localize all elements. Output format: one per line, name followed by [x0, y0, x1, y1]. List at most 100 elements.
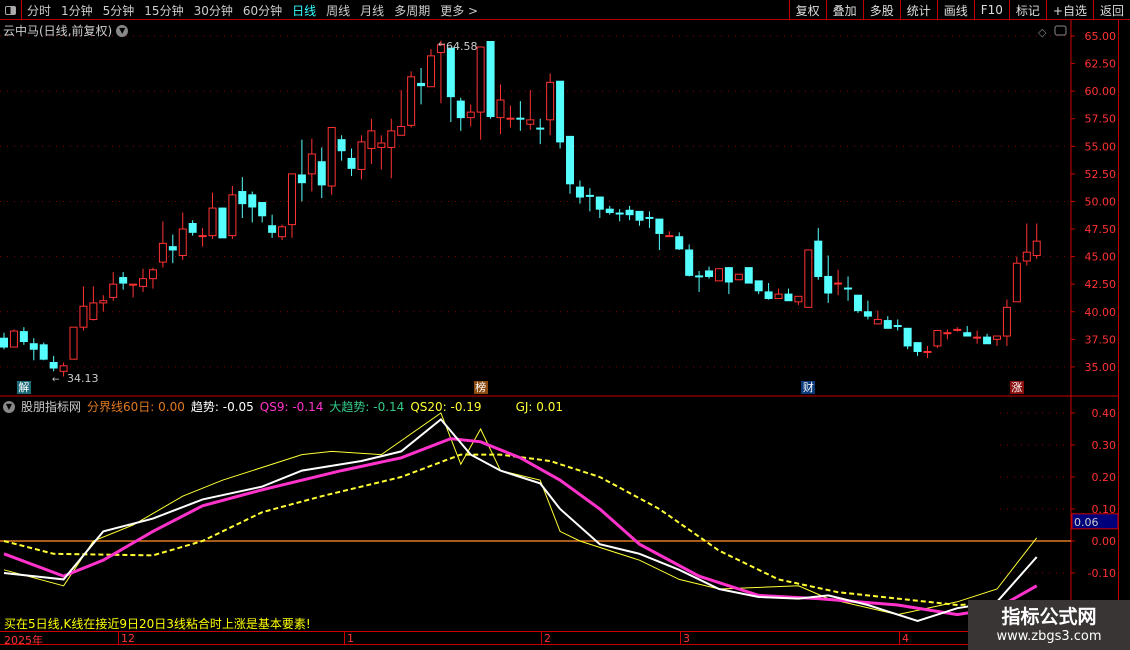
candle-body	[268, 225, 277, 233]
candle-body	[744, 267, 753, 284]
chevron-down-icon[interactable]: ▼	[3, 400, 15, 413]
candle	[158, 221, 167, 268]
toolbar-button[interactable]: +自选	[1045, 0, 1093, 20]
candle-body	[834, 282, 843, 285]
period-tab[interactable]: 月线	[355, 2, 389, 19]
candle	[953, 327, 962, 332]
period-tab[interactable]: 日线	[287, 2, 321, 19]
event-marker[interactable]: 榜	[473, 381, 488, 394]
period-tab[interactable]: 分时	[22, 2, 56, 19]
candle-body	[943, 332, 952, 335]
candle	[883, 316, 892, 329]
candle	[168, 234, 177, 264]
candle-body	[973, 336, 982, 339]
date-label: 1	[344, 632, 354, 645]
candle-body	[526, 119, 535, 125]
candle-body	[665, 235, 674, 238]
candle	[417, 67, 426, 105]
candle-body	[953, 328, 962, 331]
candle-body	[893, 325, 902, 328]
candle-body	[238, 191, 247, 205]
candle	[923, 345, 932, 359]
candle-body	[824, 275, 833, 294]
candle	[0, 332, 8, 350]
candle-body	[218, 207, 227, 239]
candle	[407, 71, 416, 128]
period-tab[interactable]: 15分钟	[139, 2, 188, 19]
candle	[575, 180, 584, 204]
price-tick-label: 55.00	[1085, 140, 1117, 153]
high-price-label: 64.58	[446, 40, 478, 53]
candle	[675, 232, 684, 250]
toolbar-button[interactable]: F10	[973, 0, 1009, 20]
toolbar-button[interactable]: 多股	[862, 0, 900, 20]
candle-body	[69, 326, 78, 360]
candle-body	[625, 209, 634, 216]
candle-body	[109, 283, 118, 298]
date-label: 4	[899, 632, 909, 645]
candle-body	[307, 153, 316, 175]
candle	[347, 148, 356, 177]
candle	[734, 273, 743, 281]
period-tab[interactable]: 60分钟	[238, 2, 287, 19]
period-tab[interactable]: 周线	[321, 2, 355, 19]
candle	[526, 90, 535, 130]
candle	[436, 40, 445, 104]
indicator-name[interactable]: 股朋指标网	[21, 398, 81, 415]
chevron-down-icon[interactable]: ▼	[116, 24, 129, 37]
period-tab[interactable]: 30分钟	[189, 2, 238, 19]
event-marker[interactable]: 解	[16, 381, 31, 394]
chart-canvas[interactable]: 65.00 62.50 60.00 57.50 55.00 52.50 50.00 47.50…	[0, 0, 1130, 650]
candle-body	[983, 336, 992, 345]
candle	[297, 139, 306, 202]
candle	[754, 280, 763, 295]
candle	[19, 327, 28, 345]
candle-body	[9, 330, 18, 348]
event-marker[interactable]: 财	[801, 381, 816, 394]
candle	[705, 266, 714, 279]
price-tick-label: 42.50	[1085, 278, 1117, 291]
candle-body	[595, 196, 604, 210]
candle-body	[1022, 251, 1031, 262]
candle-body	[675, 236, 684, 250]
period-tab[interactable]: 5分钟	[98, 2, 140, 19]
candle-body	[575, 186, 584, 198]
candle	[1012, 256, 1021, 303]
candle-body	[863, 311, 872, 317]
candle-body	[724, 267, 733, 283]
toolbar-button[interactable]: 返回	[1092, 0, 1130, 20]
candle-body	[774, 293, 783, 300]
event-marker[interactable]: 涨	[1009, 381, 1024, 394]
toolbar-button[interactable]: 复权	[788, 0, 826, 20]
candle-body	[705, 270, 714, 277]
panel-icon	[5, 5, 16, 15]
period-tab[interactable]: 更多 >	[435, 2, 483, 19]
candle-body	[685, 249, 694, 276]
sidebar-toggle-button[interactable]	[0, 0, 22, 20]
price-tick-label: 45.00	[1085, 251, 1117, 264]
date-label: 2025年	[4, 634, 43, 647]
toolbar-button[interactable]: 叠加	[825, 0, 863, 20]
period-tab[interactable]: 多周期	[389, 2, 435, 19]
toolbar-button[interactable]: 统计	[899, 0, 937, 20]
candle-body	[387, 130, 396, 148]
candle-body	[615, 212, 624, 215]
candle	[784, 288, 793, 302]
toolbar-button[interactable]: 画线	[936, 0, 974, 20]
candle	[476, 46, 485, 140]
toolbar-button[interactable]: 标记	[1008, 0, 1046, 20]
candle-body	[59, 365, 68, 372]
candle-body	[119, 277, 128, 284]
candle-body	[168, 246, 177, 251]
candle	[983, 333, 992, 345]
indicator-note: 买在5日线,K线在接近9日20日3线粘合时上涨是基本要素!	[4, 617, 311, 631]
candle-body	[327, 127, 336, 187]
price-tick-label: 37.50	[1085, 333, 1117, 346]
watermark-title: 指标公式网	[1001, 606, 1097, 628]
candle	[536, 118, 545, 145]
candle	[119, 272, 128, 290]
period-tab[interactable]: 1分钟	[56, 2, 98, 19]
candle	[377, 135, 386, 170]
legend-item: GJ: 0.01	[515, 399, 563, 414]
arrow-icon: ←	[52, 375, 60, 385]
